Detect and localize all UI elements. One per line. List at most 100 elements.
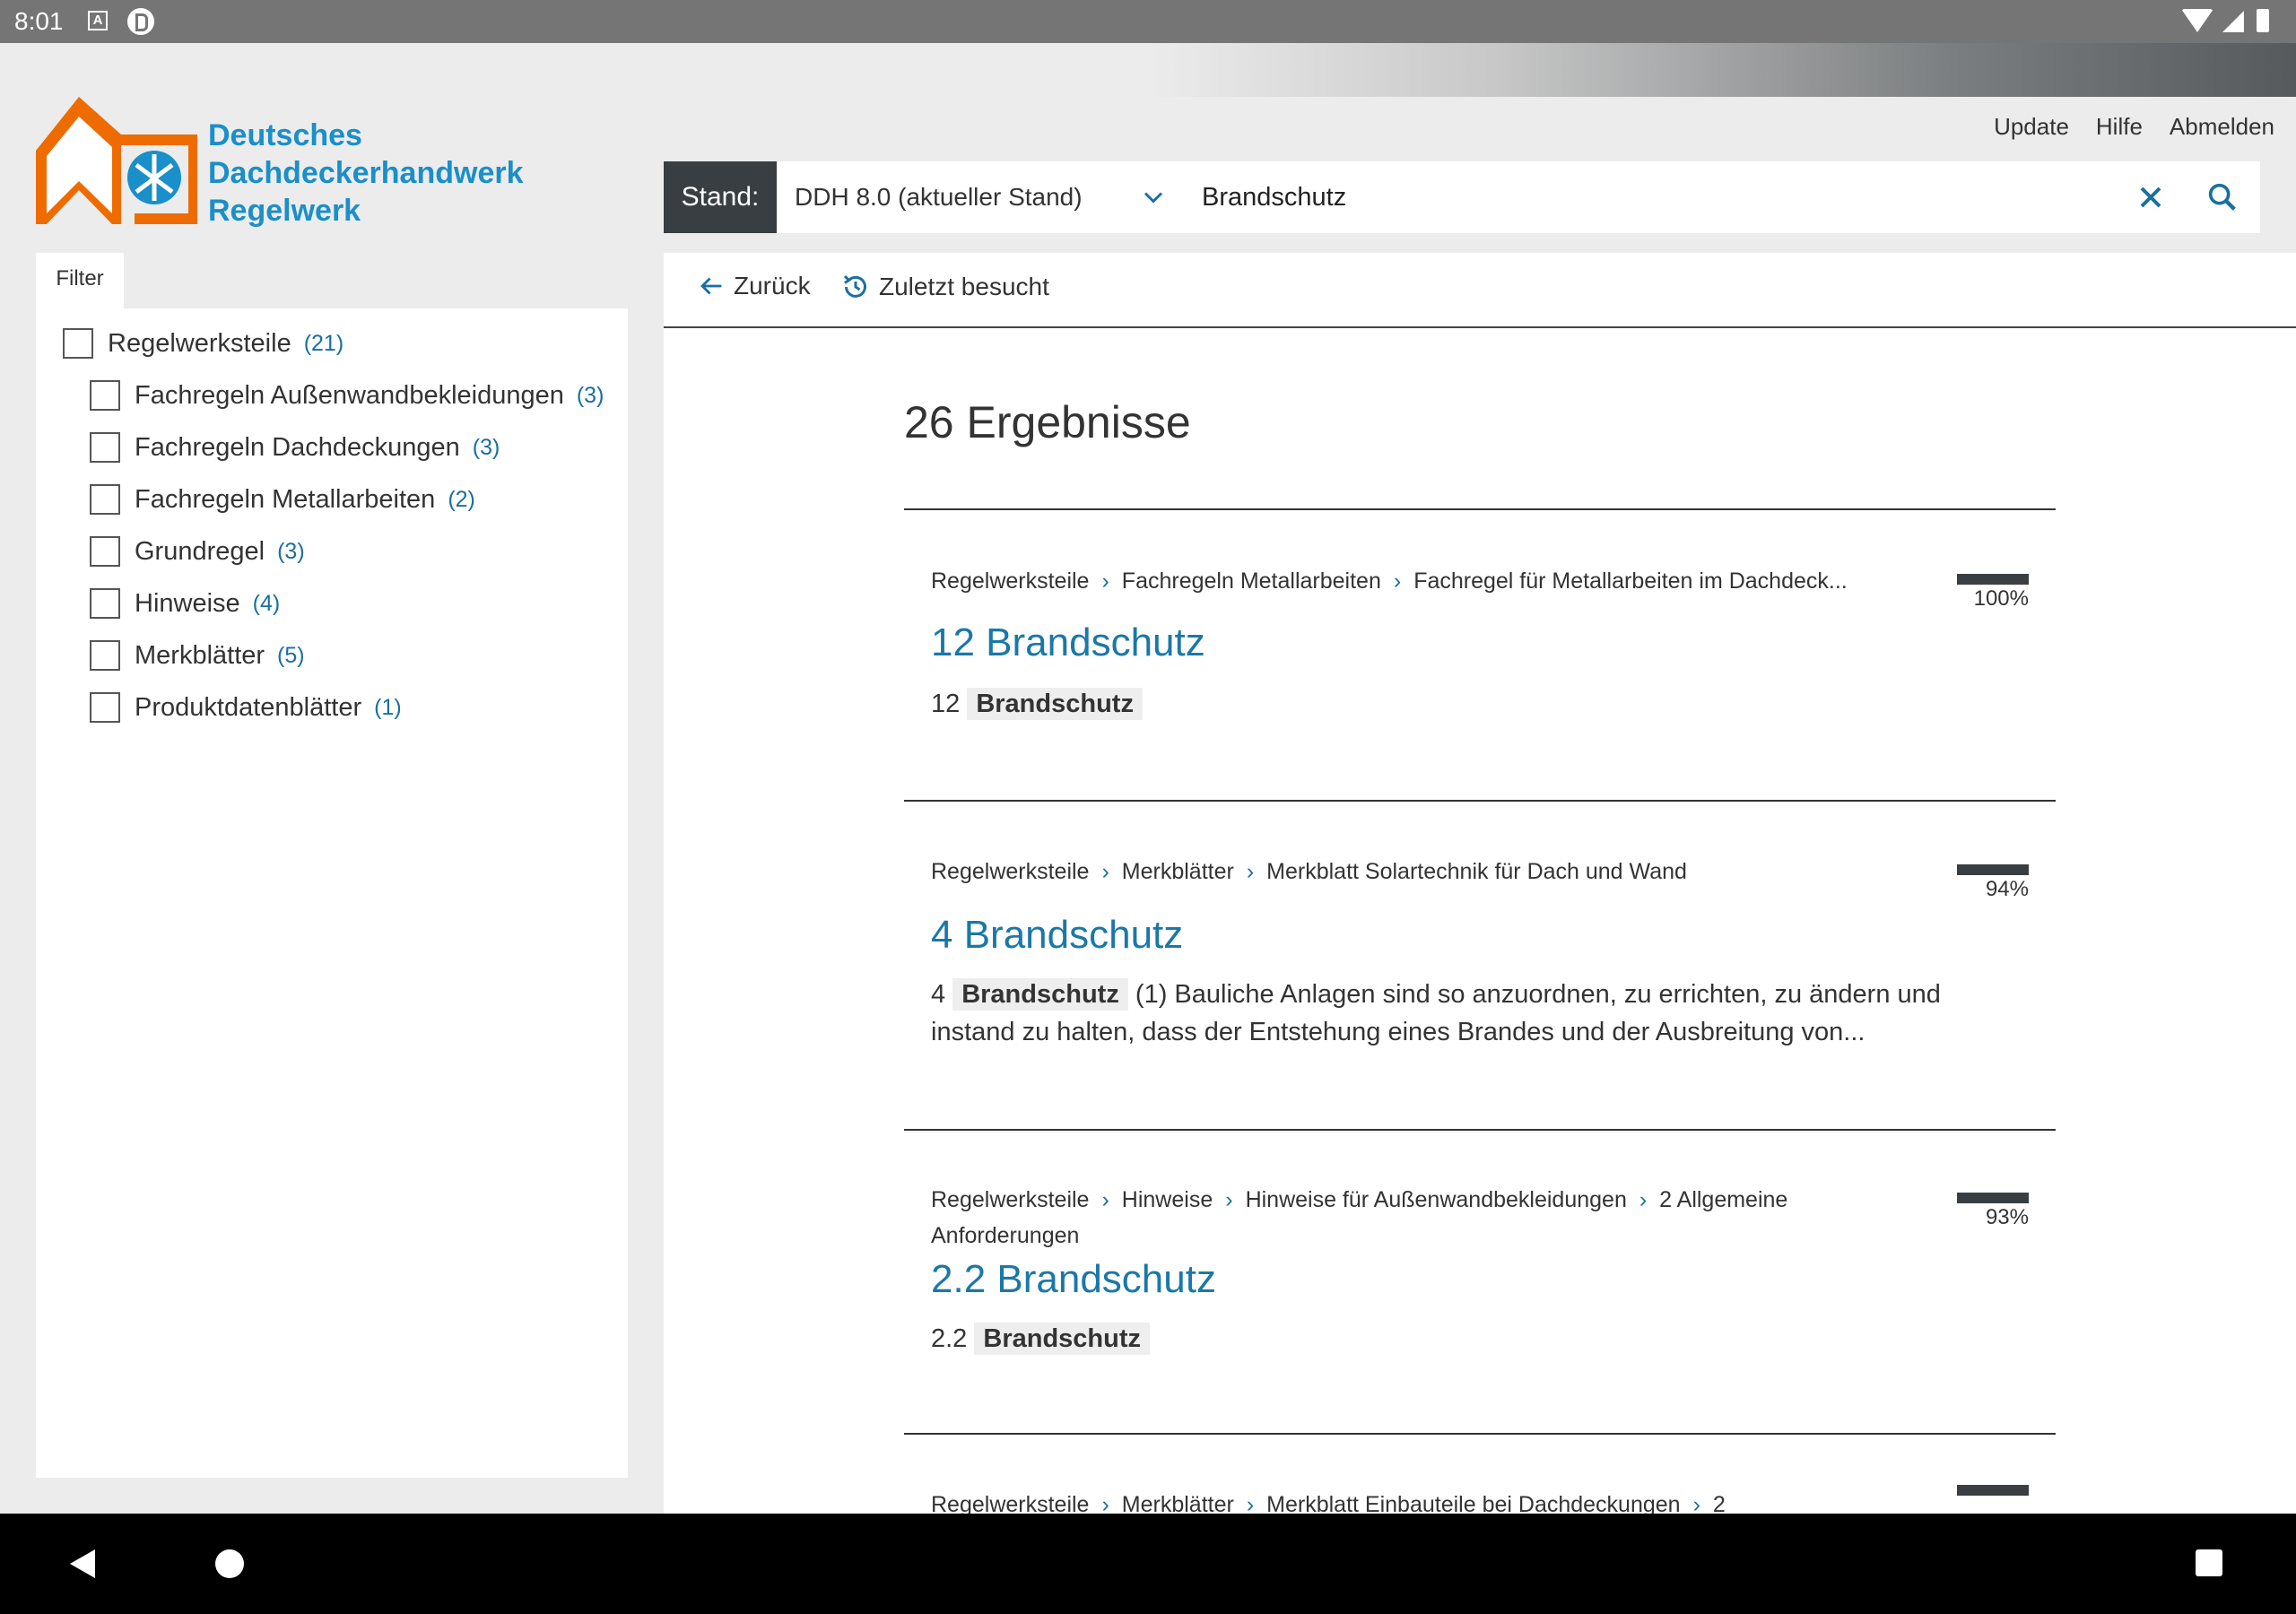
- filter-panel: Regelwerksteile (21) Fachregeln Außenwan…: [36, 308, 628, 1478]
- system-back-icon[interactable]: [70, 1549, 95, 1578]
- filter-count: (21): [303, 330, 344, 356]
- relevance-value: 93%: [1985, 1205, 2029, 1229]
- status-time: 8:01: [14, 7, 64, 35]
- filter-count: (3): [472, 434, 500, 460]
- checkbox[interactable]: [90, 432, 120, 463]
- breadcrumb: Regelwerksteile › Merkblätter › Merkblatt So…: [931, 854, 1882, 889]
- a-notification-icon: A: [88, 11, 108, 30]
- relevance-value: 94%: [1985, 877, 2029, 901]
- filter-count: (4): [252, 590, 281, 616]
- filter-root-regelwerksteile[interactable]: Regelwerksteile (21): [63, 328, 344, 359]
- filter-label: Hinweise: [135, 588, 240, 618]
- breadcrumb-item[interactable]: Merkblatt Solartechnik für Dach und Wand: [1266, 859, 1687, 884]
- system-home-icon[interactable]: [215, 1549, 244, 1578]
- update-link[interactable]: Update: [1994, 113, 2069, 141]
- chevron-down-icon[interactable]: [1137, 181, 1170, 213]
- checkbox[interactable]: [90, 380, 120, 411]
- relevance-score: 93%: [1957, 1193, 2029, 1230]
- checkbox[interactable]: [90, 692, 120, 723]
- breadcrumb-item[interactable]: Fachregel für Metallarbeiten im Dachdeck…: [1413, 568, 1848, 594]
- breadcrumb: Regelwerksteile › Hinweise › Hinweise für Au…: [931, 1182, 1882, 1254]
- filter-label: Grundregel: [135, 536, 265, 566]
- result-title[interactable]: 2.2 Brandschutz: [931, 1257, 1216, 1302]
- breadcrumb-item[interactable]: 2: [1713, 1492, 1726, 1514]
- chevron-right-icon: ›: [1101, 1492, 1109, 1514]
- filter-label: Fachregeln Außenwandbekleidungen: [135, 380, 564, 410]
- checkbox[interactable]: [90, 536, 120, 567]
- relevance-bar: [1957, 1193, 2029, 1203]
- chevron-right-icon: ›: [1101, 1187, 1109, 1212]
- chevron-right-icon: ›: [1393, 568, 1402, 594]
- breadcrumb: Regelwerksteile › Merkblätter › Merkblatt Ei…: [931, 1487, 1882, 1514]
- checkbox[interactable]: [90, 588, 120, 619]
- divider: [904, 508, 2056, 510]
- chevron-right-icon: ›: [1101, 859, 1109, 884]
- breadcrumb: Regelwerksteile › Fachregeln Metallarbeite…: [931, 563, 1882, 599]
- checkbox[interactable]: [90, 640, 120, 671]
- battery-icon: [2257, 9, 2269, 32]
- breadcrumb-item[interactable]: Fachregeln Metallarbeiten: [1122, 568, 1381, 594]
- breadcrumb-item[interactable]: Regelwerksteile: [931, 1492, 1089, 1514]
- breadcrumb-item[interactable]: Hinweise für Außenwandbekleidungen: [1246, 1187, 1627, 1212]
- chevron-right-icon: ›: [1246, 859, 1255, 884]
- filter-count: (3): [576, 382, 604, 408]
- result-snippet: 4 Brandschutz (1) Bauliche Anlagen sind …: [931, 976, 2007, 1051]
- header-band: [0, 43, 2296, 97]
- breadcrumb-item[interactable]: Merkblatt Einbauteile bei Dachdeckungen: [1266, 1492, 1680, 1514]
- filter-label: Fachregeln Dachdeckungen: [135, 432, 460, 462]
- breadcrumb-item[interactable]: Regelwerksteile: [931, 1187, 1089, 1212]
- divider: [904, 800, 2056, 802]
- search-icon[interactable]: [2205, 179, 2240, 215]
- filter-item[interactable]: Hinweise (4): [90, 588, 280, 619]
- status-bar: 8:01 A: [0, 0, 2296, 43]
- arrow-left-icon: [700, 277, 722, 295]
- filter-item[interactable]: Produktdatenblätter (1): [90, 692, 402, 723]
- stand-label: Stand:: [664, 161, 777, 233]
- wifi-icon: [2181, 9, 2213, 32]
- breadcrumb-item[interactable]: Hinweise: [1122, 1187, 1213, 1212]
- filter-item[interactable]: Grundregel (3): [90, 536, 305, 567]
- filter-count: (3): [277, 538, 305, 564]
- relevance-score: [1957, 1485, 2029, 1497]
- search-bar: Stand: DDH 8.0 (aktueller Stand): [664, 161, 2260, 233]
- brand-logo[interactable]: Deutsches Dachdeckerhandwerk Regelwerk: [36, 97, 538, 231]
- chevron-right-icon: ›: [1225, 1187, 1233, 1212]
- recently-visited-button[interactable]: Zuletzt besucht: [839, 271, 1049, 303]
- breadcrumb-item[interactable]: Regelwerksteile: [931, 568, 1089, 594]
- filter-item[interactable]: Fachregeln Metallarbeiten (2): [90, 484, 475, 515]
- checkbox[interactable]: [63, 328, 93, 359]
- result-snippet: 12 Brandschutz: [931, 685, 2007, 723]
- filter-count: (2): [448, 486, 475, 512]
- divider: [904, 1433, 2056, 1435]
- relevance-bar: [1957, 574, 2029, 585]
- result-snippet: 2.2 Brandschutz: [931, 1320, 2007, 1358]
- clear-search-icon[interactable]: [2133, 179, 2169, 215]
- back-button[interactable]: Zurück: [696, 271, 811, 301]
- checkbox[interactable]: [90, 484, 120, 515]
- results-toolbar: Zurück Zuletzt besucht: [664, 253, 2296, 328]
- result-title[interactable]: 12 Brandschutz: [931, 620, 1205, 665]
- filter-item[interactable]: Merkblätter (5): [90, 640, 305, 671]
- filter-label: Merkblätter: [135, 640, 265, 670]
- chevron-right-icon: ›: [1101, 568, 1109, 594]
- help-link[interactable]: Hilfe: [2096, 113, 2143, 141]
- brand-text: Deutsches Dachdeckerhandwerk Regelwerk: [208, 117, 524, 230]
- stand-select[interactable]: DDH 8.0 (aktueller Stand): [795, 161, 1171, 233]
- recent-label: Zuletzt besucht: [879, 273, 1049, 300]
- snippet-prefix: 4: [931, 980, 946, 1009]
- filter-item[interactable]: Fachregeln Außenwandbekleidungen (3): [90, 380, 604, 411]
- search-input[interactable]: [1202, 170, 2099, 224]
- relevance-bar: [1957, 864, 2029, 875]
- breadcrumb-item[interactable]: Regelwerksteile: [931, 859, 1089, 884]
- breadcrumb-item[interactable]: Merkblätter: [1122, 1492, 1234, 1514]
- system-recents-icon[interactable]: [2196, 1549, 2222, 1576]
- logout-link[interactable]: Abmelden: [2170, 113, 2274, 141]
- brand-line-1: Deutsches: [208, 118, 362, 152]
- filter-item[interactable]: Fachregeln Dachdeckungen (3): [90, 432, 500, 463]
- filter-label: Fachregeln Metallarbeiten: [135, 484, 436, 514]
- result-title[interactable]: 4 Brandschutz: [931, 913, 1183, 958]
- history-icon: [843, 274, 866, 298]
- chevron-right-icon: ›: [1692, 1492, 1700, 1514]
- breadcrumb-item[interactable]: Merkblätter: [1122, 859, 1234, 884]
- filter-tab[interactable]: Filter: [36, 253, 124, 308]
